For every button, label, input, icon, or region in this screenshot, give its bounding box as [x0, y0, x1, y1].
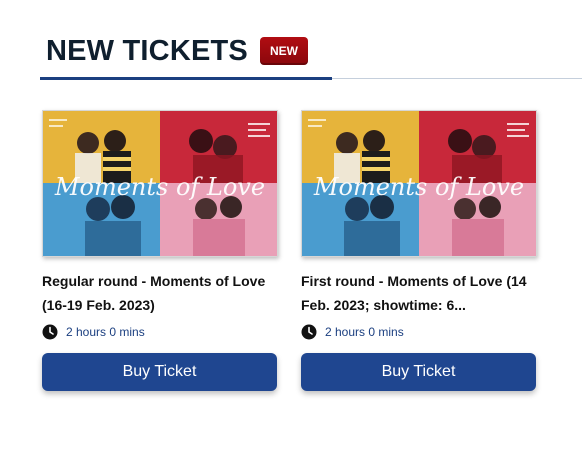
ticket-title[interactable]: First round - Moments of Love (14 Feb. 2…	[301, 269, 537, 317]
clock-icon	[42, 324, 58, 340]
duration-text: 2 hours 0 mins	[66, 325, 145, 339]
ticket-title[interactable]: Regular round - Moments of Love (16-19 F…	[42, 269, 278, 317]
ticket-poster-image[interactable]: Moments of Love	[301, 110, 537, 257]
new-badge: NEW	[259, 37, 308, 65]
poster-title-text: Moments of Love	[313, 173, 524, 201]
section-divider-accent	[40, 77, 332, 80]
buy-ticket-button[interactable]: Buy Ticket	[301, 353, 536, 391]
ticket-duration: 2 hours 0 mins	[42, 323, 278, 341]
ticket-card: Moments of Love First round - Moments of…	[301, 110, 537, 391]
ticket-duration: 2 hours 0 mins	[301, 323, 537, 341]
buy-ticket-button[interactable]: Buy Ticket	[42, 353, 277, 391]
clock-icon	[301, 324, 317, 340]
section-header: NEW TICKETS NEW	[46, 33, 308, 69]
ticket-poster-image[interactable]: Moments of Love	[42, 110, 278, 257]
ticket-card: Moments of Love Regular round - Moments …	[42, 110, 278, 391]
new-tickets-section: NEW TICKETS NEW Moments of Love Regular …	[0, 0, 582, 450]
section-title: NEW TICKETS	[46, 35, 248, 67]
duration-text: 2 hours 0 mins	[325, 325, 404, 339]
poster-title-text: Moments of Love	[54, 173, 265, 201]
